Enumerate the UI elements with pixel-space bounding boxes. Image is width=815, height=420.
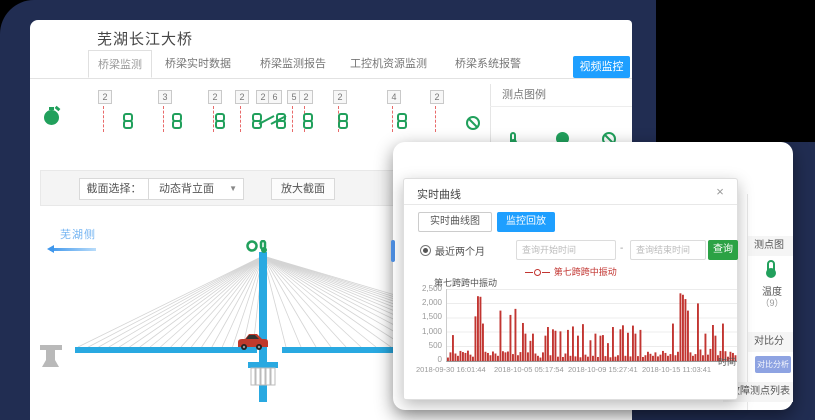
chain-sensor-icon[interactable] [303, 113, 313, 129]
panel-divider [490, 84, 491, 142]
recent-two-months-radio[interactable] [420, 245, 431, 256]
page-title: 芜湖长江大桥 [97, 28, 193, 49]
x-axis-tick: 2018-10-05 05:17:54 [494, 365, 572, 374]
section-dropdown[interactable]: 动态背立面 ▼ [148, 178, 244, 200]
tab-bar: 桥梁监测 桥梁实时数据 桥梁监测报告 工控机资源监测 桥梁系统报警 视频监控 [30, 50, 632, 79]
tab-realtime-data[interactable]: 桥梁实时数据 [165, 50, 231, 78]
chart-plot-area [446, 289, 737, 362]
sensor-count-badge: 3 [158, 90, 172, 104]
bridge-deck-left [75, 347, 257, 353]
tab-ipc-resource[interactable]: 工控机资源监测 [350, 50, 427, 78]
temperature-count: （9） [757, 296, 787, 309]
chain-sensor-icon[interactable] [338, 113, 348, 129]
sensor-count-badge: 2 [333, 90, 347, 104]
sensor-count-badge: 2 [430, 90, 444, 104]
legend-marker-icon [542, 272, 550, 273]
sensor-marker-line [163, 106, 164, 132]
panel-divider [747, 194, 748, 410]
close-icon[interactable]: × [713, 184, 727, 199]
legend-marker-icon [525, 272, 533, 273]
compare-analysis-header: 对比分析 [748, 332, 793, 352]
section-select-label: 截面选择： [79, 178, 149, 200]
sensor-marker-line [213, 106, 214, 132]
x-axis-tick: 2018-10-09 15:27:41 [568, 365, 646, 374]
zoom-section-button[interactable]: 放大截面 [271, 178, 335, 200]
chain-sensor-icon[interactable] [172, 113, 182, 129]
modal-title: 实时曲线 [417, 186, 461, 202]
anemometer-icon[interactable] [44, 110, 59, 125]
query-button[interactable]: 查询 [708, 240, 738, 260]
x-axis-title: 时间 [718, 355, 736, 368]
bridge-abutment [40, 345, 62, 367]
sensor-count-badge: 2 [235, 90, 249, 104]
y-axis-tick: 2,000 [408, 298, 442, 307]
chain-sensor-icon[interactable] [215, 113, 225, 129]
chart-title: 第七跨跨中振动 [434, 276, 497, 289]
y-axis-tick: 0 [408, 355, 442, 364]
bridge-pier-cap [248, 362, 278, 368]
chevron-down-icon: ▼ [229, 179, 237, 199]
sensor-marker-line [392, 106, 393, 132]
sensor-marker-line [240, 106, 241, 132]
sensor-marker-line [292, 106, 293, 132]
y-axis-tick: 2,500 [408, 284, 442, 293]
desktop-black-region [656, 0, 815, 142]
chain-sensor-icon[interactable] [397, 113, 407, 129]
y-axis-tick: 500 [408, 341, 442, 350]
date-range-separator: - [620, 243, 623, 254]
chain-sensor-icon[interactable] [123, 113, 133, 129]
sensor-count-badge: 2 [98, 90, 112, 104]
realtime-curve-modal: 实时曲线 × 实时曲线图 监控回放 最近两个月 - 查询 第七跨跨中振动 第七跨… [403, 178, 738, 400]
chart-bars [447, 289, 737, 361]
no-entry-icon[interactable] [466, 116, 480, 130]
realtime-curve-tab[interactable]: 实时曲线图 [418, 212, 492, 232]
sensor-count-badge: 2 [299, 90, 313, 104]
legend-panel-title: 测点图例 [502, 86, 546, 102]
sensor-count-badge: 6 [268, 90, 282, 104]
legend-marker-icon [534, 269, 541, 276]
modal-header: 实时曲线 × [404, 179, 737, 205]
compare-analysis-button[interactable]: 对比分析 [755, 356, 791, 373]
scrollbar-thumb[interactable] [391, 240, 395, 262]
legend-panel-header: 测点图例 [748, 236, 793, 256]
tab-system-alarm[interactable]: 桥梁系统报警 [455, 50, 521, 78]
tab-monitor-report[interactable]: 桥梁监测报告 [260, 50, 326, 78]
legend-label: 第七跨跨中振动 [554, 267, 617, 277]
screen: 芜湖长江大桥 桥梁监测 桥梁实时数据 桥梁监测报告 工控机资源监测 桥梁系统报警… [0, 0, 815, 420]
sensor-marker-line [435, 106, 436, 132]
tab-bridge-monitor[interactable]: 桥梁监测 [88, 50, 152, 78]
video-monitor-button[interactable]: 视频监控 [573, 56, 630, 78]
y-axis-tick: 1,000 [408, 327, 442, 336]
query-start-time-input[interactable] [516, 240, 616, 260]
y-axis-tick: 1,500 [408, 312, 442, 321]
sensor-count-badge: 2 [208, 90, 222, 104]
query-end-time-input[interactable] [630, 240, 706, 260]
bridge-pier-footing [251, 368, 275, 385]
legend-panel-underline [490, 106, 632, 107]
recent-two-months-label: 最近两个月 [435, 243, 485, 258]
playback-tab[interactable]: 监控回放 [497, 212, 555, 232]
sensor-marker-line [103, 106, 104, 132]
x-axis-tick: 2018-10-15 11:03:41 [642, 365, 720, 374]
section-dropdown-value: 动态背立面 [159, 183, 214, 195]
sensor-count-badge: 4 [387, 90, 401, 104]
thermometer-icon[interactable] [767, 260, 775, 276]
x-axis-tick: 2018-09-30 16:01:44 [416, 365, 494, 374]
